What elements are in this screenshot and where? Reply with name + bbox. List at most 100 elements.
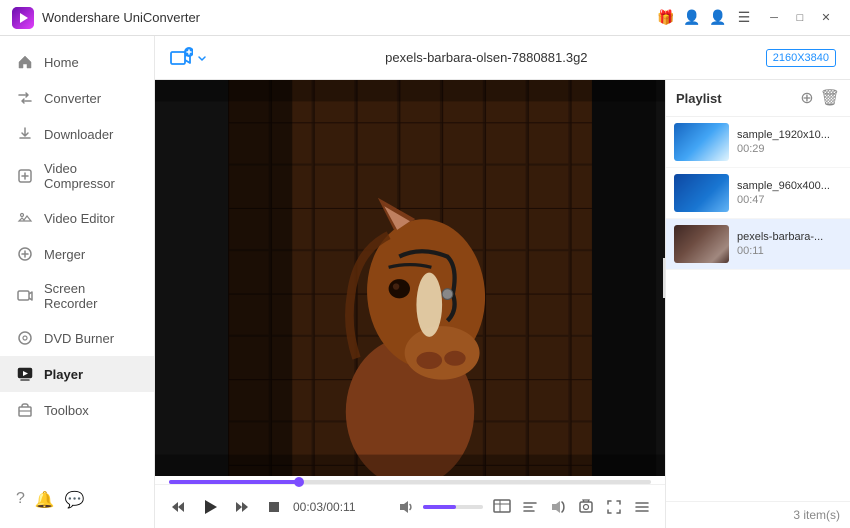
resolution-badge: 2160X3840 — [766, 49, 836, 67]
progress-bar[interactable] — [169, 480, 651, 484]
user-icon[interactable]: 👤 — [682, 8, 702, 28]
sidebar-item-video-compressor[interactable]: Video Compressor — [0, 152, 154, 200]
content-area: pexels-barbara-olsen-7880881.3g2 2160X38… — [155, 36, 850, 528]
bell-icon[interactable]: 🔔 — [35, 490, 55, 510]
playlist-thumb-1 — [674, 123, 729, 161]
sidebar-label-converter: Converter — [44, 91, 101, 106]
sidebar-item-converter[interactable]: Converter — [0, 80, 154, 116]
help-icon[interactable]: ? — [16, 490, 25, 510]
sidebar-item-downloader[interactable]: Downloader — [0, 116, 154, 152]
playlist-duration-3: 00:11 — [737, 245, 842, 257]
sidebar-item-toolbox[interactable]: Toolbox — [0, 392, 154, 428]
gift-icon[interactable]: 🎁 — [656, 8, 676, 28]
skip-forward-button[interactable] — [229, 494, 255, 520]
playlist-title: Playlist — [676, 91, 722, 106]
window-controls: ─ □ ✕ — [762, 8, 838, 28]
sidebar-label-compressor: Video Compressor — [44, 161, 138, 191]
sidebar-item-video-editor[interactable]: Video Editor — [0, 200, 154, 236]
titlebar-action-icons: 🎁 👤 👤 ☰ — [656, 8, 754, 28]
progress-section — [155, 476, 665, 484]
playlist-info-2: sample_960x400... 00:47 — [737, 180, 842, 206]
sidebar-label-player: Player — [44, 367, 83, 382]
sidebar-item-home[interactable]: Home — [0, 44, 154, 80]
playlist-duration-2: 00:47 — [737, 194, 842, 206]
skip-back-button[interactable] — [165, 494, 191, 520]
progress-fill — [169, 480, 299, 484]
toolbox-icon — [16, 401, 34, 419]
titlebar: Wondershare UniConverter 🎁 👤 👤 ☰ ─ □ ✕ — [0, 0, 850, 36]
volume-control — [393, 494, 483, 520]
aspect-ratio-button[interactable] — [489, 494, 515, 520]
playlist-item[interactable]: sample_1920x10... 00:29 — [666, 117, 850, 168]
screenshot-button[interactable] — [573, 494, 599, 520]
account-icon[interactable]: 👤 — [708, 8, 728, 28]
feedback-icon[interactable]: 💬 — [65, 490, 85, 510]
converter-icon — [16, 89, 34, 107]
sidebar-item-merger[interactable]: Merger — [0, 236, 154, 272]
sidebar: Home Converter Downloader — [0, 36, 155, 528]
volume-slider[interactable] — [423, 505, 483, 509]
sidebar-label-recorder: Screen Recorder — [44, 281, 138, 311]
sidebar-label-merger: Merger — [44, 247, 85, 262]
dvd-icon — [16, 329, 34, 347]
playlist-item[interactable]: sample_960x400... 00:47 — [666, 168, 850, 219]
mute-button[interactable] — [393, 494, 419, 520]
sidebar-label-home: Home — [44, 55, 79, 70]
close-button[interactable]: ✕ — [814, 8, 838, 28]
collapse-playlist-button[interactable]: ‹ — [663, 258, 665, 298]
stop-button[interactable] — [261, 494, 287, 520]
caption-button[interactable] — [517, 494, 543, 520]
thumb-image-2 — [674, 174, 729, 212]
add-file-button[interactable] — [169, 46, 207, 70]
player-area: ‹ — [155, 80, 850, 528]
sidebar-item-player[interactable]: Player — [0, 356, 154, 392]
playlist-info-3: pexels-barbara-... 00:11 — [737, 231, 842, 257]
main-layout: Home Converter Downloader — [0, 36, 850, 528]
audio-button[interactable] — [545, 494, 571, 520]
sidebar-label-dvd: DVD Burner — [44, 331, 114, 346]
playlist-count: 3 item(s) — [793, 508, 840, 522]
video-container: ‹ — [155, 80, 665, 476]
playlist-thumb-2 — [674, 174, 729, 212]
playlist-name-3: pexels-barbara-... — [737, 231, 842, 243]
sidebar-item-dvd-burner[interactable]: DVD Burner — [0, 320, 154, 356]
recorder-icon — [16, 287, 34, 305]
topbar: pexels-barbara-olsen-7880881.3g2 2160X38… — [155, 36, 850, 80]
thumb-image-3 — [674, 225, 729, 263]
maximize-button[interactable]: □ — [788, 8, 812, 28]
playlist-duration-1: 00:29 — [737, 143, 842, 155]
volume-fill — [423, 505, 456, 509]
add-to-playlist-button[interactable]: ⊕ — [800, 88, 813, 108]
compressor-icon — [16, 167, 34, 185]
editor-icon — [16, 209, 34, 227]
right-controls — [489, 494, 655, 520]
fullscreen-button[interactable] — [601, 494, 627, 520]
sidebar-label-downloader: Downloader — [44, 127, 113, 142]
playlist-thumb-3 — [674, 225, 729, 263]
playlist-name-2: sample_960x400... — [737, 180, 842, 192]
app-title: Wondershare UniConverter — [42, 10, 656, 25]
playlist-items: sample_1920x10... 00:29 sample_960x400..… — [666, 117, 850, 501]
merger-icon — [16, 245, 34, 263]
delete-from-playlist-button[interactable]: 🗑 — [820, 88, 840, 108]
more-button[interactable] — [629, 494, 655, 520]
menu-icon[interactable]: ☰ — [734, 8, 754, 28]
video-frame — [155, 80, 665, 476]
minimize-button[interactable]: ─ — [762, 8, 786, 28]
downloader-icon — [16, 125, 34, 143]
current-filename: pexels-barbara-olsen-7880881.3g2 — [217, 50, 756, 65]
playlist-actions: ⊕ 🗑 — [800, 88, 840, 108]
sidebar-label-toolbox: Toolbox — [44, 403, 89, 418]
playlist: Playlist ⊕ 🗑 sample_1920x10... — [665, 80, 850, 528]
home-icon — [16, 53, 34, 71]
sidebar-label-editor: Video Editor — [44, 211, 115, 226]
playlist-name-1: sample_1920x10... — [737, 129, 842, 141]
play-button[interactable] — [197, 494, 223, 520]
progress-thumb[interactable] — [294, 477, 304, 487]
controls-bar: 00:03/00:11 — [155, 484, 665, 528]
playlist-item-active[interactable]: pexels-barbara-... 00:11 — [666, 219, 850, 270]
chevron-down-icon — [197, 53, 207, 63]
sidebar-item-screen-recorder[interactable]: Screen Recorder — [0, 272, 154, 320]
playlist-info-1: sample_1920x10... 00:29 — [737, 129, 842, 155]
playlist-header: Playlist ⊕ 🗑 — [666, 80, 850, 117]
